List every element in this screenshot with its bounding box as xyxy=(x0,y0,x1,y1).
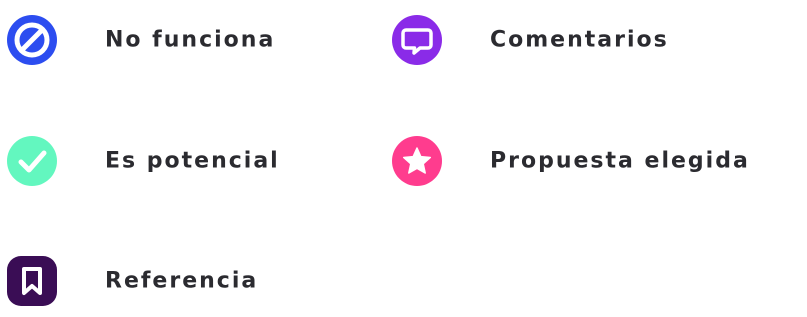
legend-item-no-funciona: No funciona xyxy=(7,15,327,65)
legend-label: Referencia xyxy=(105,268,259,294)
block-icon xyxy=(7,15,57,65)
legend-label: No funciona xyxy=(105,27,276,53)
legend-label: Propuesta elegida xyxy=(490,148,750,174)
comment-icon xyxy=(392,15,442,65)
legend-item-referencia: Referencia xyxy=(7,256,327,306)
legend-label: Comentarios xyxy=(490,27,669,53)
legend-item-es-potencial: Es potencial xyxy=(7,136,327,186)
legend-label: Es potencial xyxy=(105,148,280,174)
check-icon xyxy=(7,136,57,186)
legend-item-comentarios: Comentarios xyxy=(392,15,802,65)
star-icon xyxy=(392,136,442,186)
legend-item-propuesta-elegida: Propuesta elegida xyxy=(392,136,802,186)
bookmark-icon xyxy=(7,256,57,306)
